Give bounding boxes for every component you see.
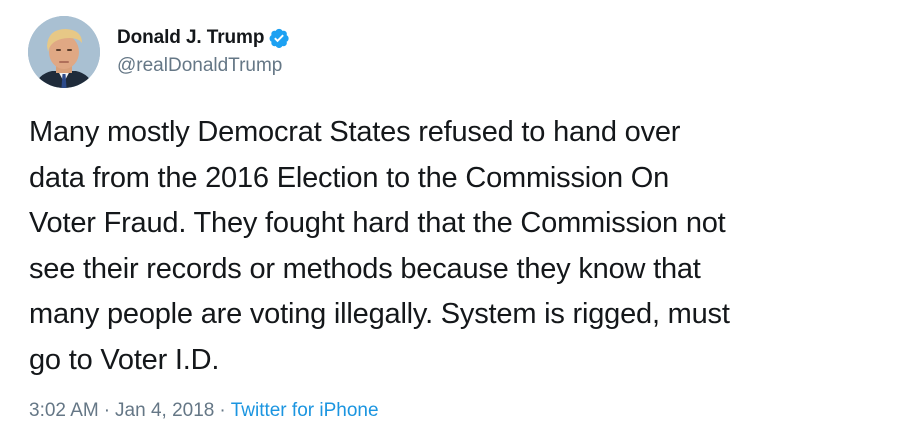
meta-separator: · [103,400,111,421]
author-display-name[interactable]: Donald J. Trump [117,27,264,49]
verified-badge-icon [268,27,290,49]
tweet-time[interactable]: 3:02 AM [29,400,99,421]
avatar-portrait-icon [28,16,100,88]
tweet-card: Donald J. Trump @realDonaldTrump Many mo… [0,0,903,444]
tweet-source-link[interactable]: Twitter for iPhone [231,400,379,421]
author-name-row[interactable]: Donald J. Trump [117,25,290,51]
meta-separator: · [219,400,226,421]
tweet-metadata: 3:02 AM · Jan 4, 2018 · Twitter for iPhone [29,400,379,422]
author-handle[interactable]: @realDonaldTrump [117,55,282,77]
avatar[interactable] [28,16,100,88]
tweet-date[interactable]: Jan 4, 2018 [115,400,214,421]
tweet-text: Many mostly Democrat States refused to h… [29,116,730,376]
